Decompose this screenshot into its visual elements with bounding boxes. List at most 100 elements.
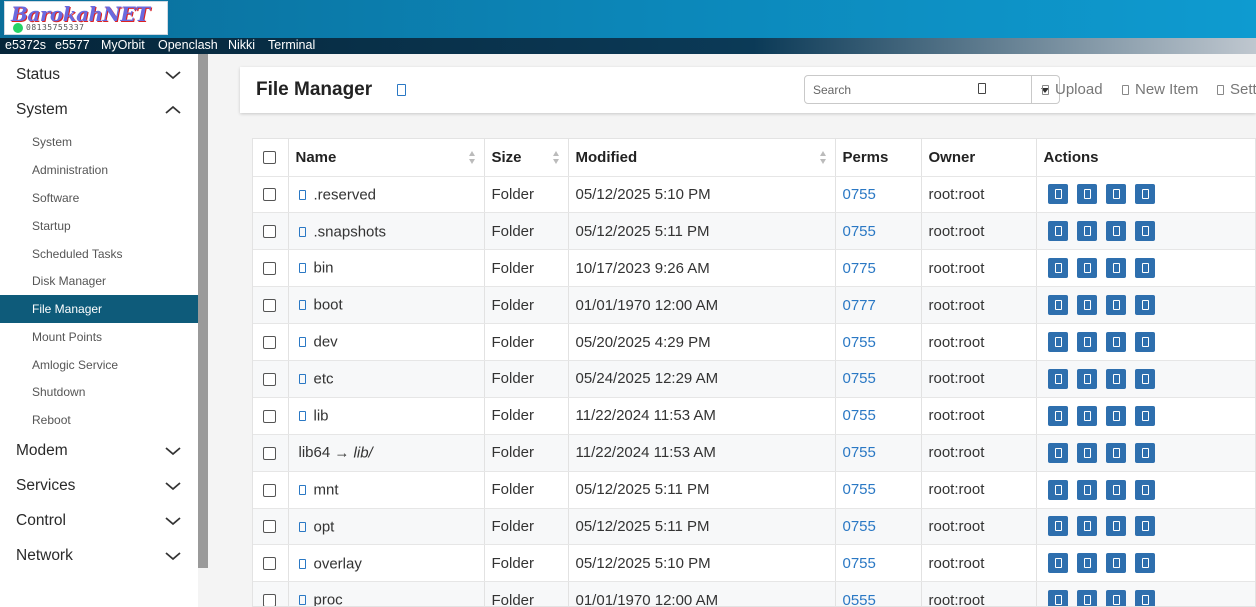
file-name[interactable]: etc xyxy=(314,371,334,388)
row-checkbox[interactable] xyxy=(263,557,276,571)
download-icon[interactable] xyxy=(1105,442,1126,463)
delete-icon[interactable] xyxy=(1134,442,1155,463)
name-cell[interactable]: .snapshots xyxy=(288,212,485,251)
sidebar-item-shutdown[interactable]: Shutdown xyxy=(0,378,198,406)
sidebar-scrollbar[interactable] xyxy=(198,54,208,568)
row-checkbox[interactable] xyxy=(263,188,276,202)
settings-button[interactable]: Settings xyxy=(1217,81,1256,98)
column-header-name[interactable]: Name xyxy=(288,139,485,177)
quicknav-e5372s[interactable]: e5372s xyxy=(5,38,46,54)
delete-icon[interactable] xyxy=(1134,405,1155,426)
sidebar-cat-services[interactable]: Services xyxy=(0,469,198,504)
sidebar-item-system[interactable]: System xyxy=(0,128,198,156)
copy-icon[interactable] xyxy=(1076,332,1097,352)
table-row[interactable]: opt Folder 05/12/2025 5:11 PM 0755 root:root xyxy=(253,508,1255,546)
name-cell[interactable]: lib xyxy=(288,397,485,435)
column-header-modified[interactable]: Modified xyxy=(568,139,836,177)
copy-icon[interactable] xyxy=(1076,258,1097,279)
name-cell[interactable]: boot xyxy=(288,286,485,325)
perms-link[interactable]: 0775 xyxy=(835,249,922,288)
quicknav-openclash[interactable]: Openclash xyxy=(158,38,218,54)
rename-icon[interactable] xyxy=(1047,258,1068,279)
file-name[interactable]: .snapshots xyxy=(314,223,387,240)
delete-icon[interactable] xyxy=(1134,368,1155,389)
row-checkbox[interactable] xyxy=(263,409,276,423)
table-row[interactable]: mnt Folder 05/12/2025 5:11 PM 0755 root:root xyxy=(253,471,1255,509)
file-name[interactable]: dev xyxy=(314,334,338,351)
perms-link[interactable]: 0755 xyxy=(835,471,922,509)
perms-link[interactable]: 0755 xyxy=(835,323,922,361)
name-cell[interactable]: proc xyxy=(288,581,485,606)
sidebar-cat-network[interactable]: Network xyxy=(0,539,198,574)
delete-icon[interactable] xyxy=(1134,332,1155,352)
rename-icon[interactable] xyxy=(1047,184,1068,205)
name-cell[interactable]: dev xyxy=(288,323,485,361)
sidebar-item-amlogic-service[interactable]: Amlogic Service xyxy=(0,351,198,379)
sidebar-item-disk-manager[interactable]: Disk Manager xyxy=(0,267,198,295)
perms-link[interactable]: 0755 xyxy=(835,434,922,472)
file-name[interactable]: bin xyxy=(314,260,334,277)
table-row[interactable]: .snapshots Folder 05/12/2025 5:11 PM 0755 ro… xyxy=(253,212,1255,251)
sidebar-cat-modem[interactable]: Modem xyxy=(0,434,198,469)
delete-icon[interactable] xyxy=(1134,295,1155,316)
copy-icon[interactable] xyxy=(1076,221,1097,242)
table-row[interactable]: bin Folder 10/17/2023 9:26 AM 0775 root:root xyxy=(253,249,1255,288)
row-checkbox[interactable] xyxy=(263,483,276,497)
rename-icon[interactable] xyxy=(1047,368,1068,389)
table-row[interactable]: etc Folder 05/24/2025 12:29 AM 0755 root:roo… xyxy=(253,360,1255,398)
download-icon[interactable] xyxy=(1105,295,1126,316)
file-name[interactable]: .reserved xyxy=(314,186,377,203)
perms-link[interactable]: 0755 xyxy=(835,176,922,214)
quicknav-terminal[interactable]: Terminal xyxy=(268,38,315,54)
perms-link[interactable]: 0755 xyxy=(835,360,922,398)
table-row[interactable]: .reserved Folder 05/12/2025 5:10 PM 0755 roo… xyxy=(253,176,1255,214)
file-name[interactable]: lib xyxy=(314,408,329,425)
download-icon[interactable] xyxy=(1105,368,1126,389)
copy-icon[interactable] xyxy=(1076,405,1097,426)
download-icon[interactable] xyxy=(1105,221,1126,242)
row-checkbox[interactable] xyxy=(263,520,276,534)
name-cell[interactable]: mnt xyxy=(288,471,485,509)
delete-icon[interactable] xyxy=(1134,553,1155,574)
sidebar-item-administration[interactable]: Administration xyxy=(0,156,198,184)
delete-icon[interactable] xyxy=(1134,516,1155,537)
rename-icon[interactable] xyxy=(1047,479,1068,500)
file-name[interactable]: opt xyxy=(314,518,335,535)
column-header-size[interactable]: Size xyxy=(484,139,569,177)
name-cell[interactable]: opt xyxy=(288,508,485,546)
download-icon[interactable] xyxy=(1105,553,1126,574)
sidebar-item-scheduled-tasks[interactable]: Scheduled Tasks xyxy=(0,240,198,268)
perms-link[interactable]: 0755 xyxy=(835,397,922,435)
rename-icon[interactable] xyxy=(1047,405,1068,426)
row-checkbox[interactable] xyxy=(263,262,276,276)
download-icon[interactable] xyxy=(1105,258,1126,279)
sidebar-item-startup[interactable]: Startup xyxy=(0,212,198,240)
download-icon[interactable] xyxy=(1105,590,1126,606)
rename-icon[interactable] xyxy=(1047,295,1068,316)
rename-icon[interactable] xyxy=(1047,516,1068,537)
table-row[interactable]: dev Folder 05/20/2025 4:29 PM 0755 root:root xyxy=(253,323,1255,361)
perms-link[interactable]: 0755 xyxy=(835,212,922,251)
delete-icon[interactable] xyxy=(1134,258,1155,279)
name-cell[interactable]: etc xyxy=(288,360,485,398)
row-checkbox[interactable] xyxy=(263,446,276,460)
file-name[interactable]: overlay xyxy=(314,555,362,572)
name-cell[interactable]: overlay xyxy=(288,544,485,583)
select-all-checkbox[interactable] xyxy=(263,151,276,165)
table-row[interactable]: boot Folder 01/01/1970 12:00 AM 0777 root:ro… xyxy=(253,286,1255,325)
rename-icon[interactable] xyxy=(1047,221,1068,242)
sidebar-item-reboot[interactable]: Reboot xyxy=(0,406,198,434)
copy-icon[interactable] xyxy=(1076,295,1097,316)
delete-icon[interactable] xyxy=(1134,184,1155,205)
row-checkbox[interactable] xyxy=(263,225,276,239)
copy-icon[interactable] xyxy=(1076,553,1097,574)
sidebar-item-file-manager[interactable]: File Manager xyxy=(0,295,198,323)
row-checkbox[interactable] xyxy=(263,336,276,350)
table-row[interactable]: overlay Folder 05/12/2025 5:10 PM 0755 root:… xyxy=(253,544,1255,583)
file-name[interactable]: proc xyxy=(314,592,343,606)
sidebar-item-software[interactable]: Software xyxy=(0,184,198,212)
copy-icon[interactable] xyxy=(1076,184,1097,205)
table-row[interactable]: lib Folder 11/22/2024 11:53 AM 0755 root:roo… xyxy=(253,397,1255,435)
sidebar-cat-system[interactable]: System xyxy=(0,93,198,128)
download-icon[interactable] xyxy=(1105,479,1126,500)
